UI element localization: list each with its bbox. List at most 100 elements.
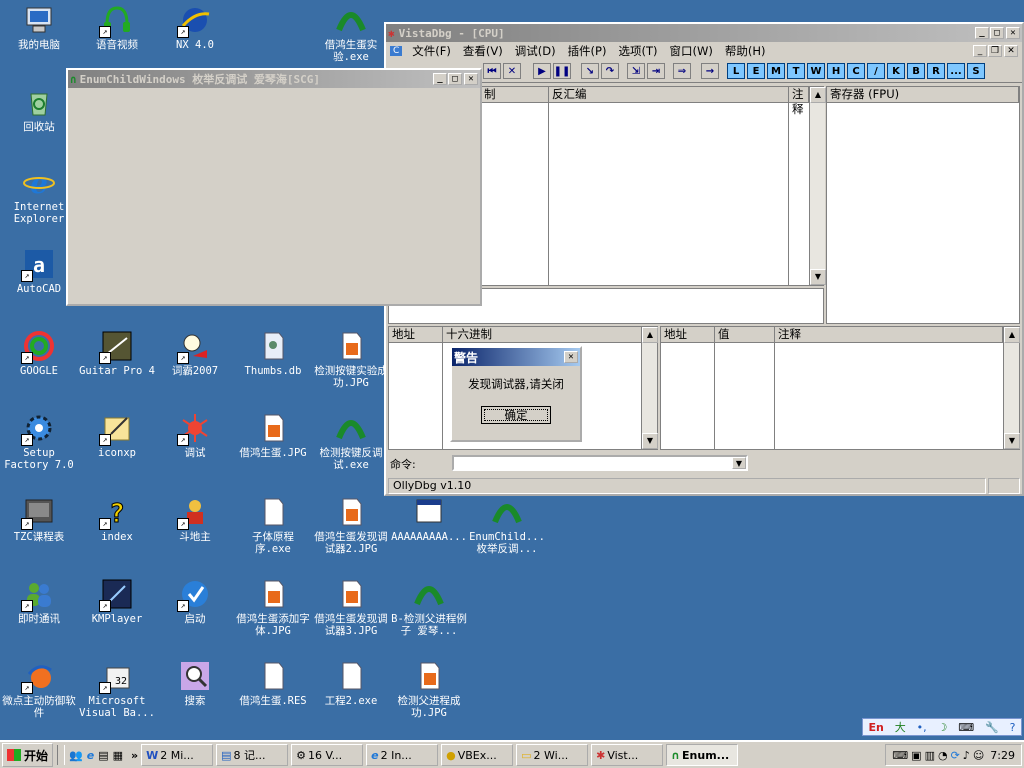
warning-dialog-titlebar[interactable]: 警告 ✕ xyxy=(452,348,580,366)
close-button[interactable]: ✕ xyxy=(464,73,478,85)
run-icon[interactable]: ▶ xyxy=(533,63,551,79)
quicklaunch-users-icon[interactable]: 👥 xyxy=(69,749,83,762)
desktop-icon-ciba[interactable]: ↗ 词霸2007 xyxy=(156,330,234,377)
menu-debug[interactable]: 调试(D) xyxy=(509,43,562,59)
desktop-icon-visual-basic[interactable]: 32 ↗ Microsoft Visual Ba... xyxy=(78,660,156,719)
toolbar-btn-breakpoints[interactable]: B xyxy=(907,63,925,79)
desktop-icon-jhsd-jpg[interactable]: 借鸿生蛋.JPG xyxy=(234,412,312,459)
minimize-button[interactable]: _ xyxy=(975,27,989,39)
toolbar-btn-callstack[interactable]: K xyxy=(887,63,905,79)
quicklaunch-desktop-icon[interactable]: ▦ xyxy=(113,749,123,762)
desktop-icon-aaaaaaaaa[interactable]: AAAAAAAAA... xyxy=(390,496,468,543)
desktop-icon-tzc-schedule[interactable]: ↗ TZC课程表 xyxy=(0,496,78,543)
desktop-icon-key-antidebug-exe[interactable]: 检测按键反调试.exe xyxy=(312,412,390,471)
desktop-icon-thumbs-db[interactable]: Thumbs.db xyxy=(234,330,312,377)
scroll-up-icon[interactable]: ▲ xyxy=(810,87,826,103)
trace-over-icon[interactable]: ⇥ xyxy=(647,63,665,79)
step-over-icon[interactable]: ↷ xyxy=(601,63,619,79)
desktop-icon-iconxp[interactable]: ↗ iconxp xyxy=(78,412,156,459)
tray-person-icon[interactable]: ☺ xyxy=(973,749,984,762)
dump-col-address[interactable]: 地址 xyxy=(389,327,443,343)
desktop-icon-voice-video[interactable]: ↗ 语音视频 xyxy=(78,4,156,51)
desktop-icon-weidian[interactable]: ↗ 微点主动防御软件 xyxy=(0,660,78,719)
desktop-icon-google[interactable]: ↗ GOOGLE xyxy=(0,330,78,377)
disasm-col-comment[interactable]: 注释 xyxy=(789,87,809,116)
toolbar-btn-references[interactable]: R xyxy=(927,63,945,79)
desktop-icon-doudizhu[interactable]: ↗ 斗地主 xyxy=(156,496,234,543)
tray-volume-icon[interactable]: ♪ xyxy=(963,749,970,762)
stack-col-value[interactable]: 值 xyxy=(715,327,775,343)
desktop-icon-kmplayer[interactable]: ↗ KMPlayer xyxy=(78,578,156,625)
scroll-up-icon[interactable]: ▲ xyxy=(1004,327,1020,343)
registers-pane[interactable]: 寄存器 (FPU) xyxy=(826,86,1020,324)
task-button-vb[interactable]: ⚙ 16 V... xyxy=(291,744,364,766)
enumchild-titlebar[interactable]: ∩ EnumChildWindows 枚举反调试 爱琴海[SCG] _ □ ✕ xyxy=(68,70,480,88)
scroll-up-icon[interactable]: ▲ xyxy=(642,327,658,343)
minimize-button[interactable]: _ xyxy=(433,73,447,85)
disasm-scrollbar[interactable]: ▲ ▼ xyxy=(809,87,826,285)
desktop-icon-enumchild[interactable]: EnumChild... 枚举反调... xyxy=(468,496,546,555)
scroll-down-icon[interactable]: ▼ xyxy=(1004,433,1020,449)
ime-fullwidth-icon[interactable]: 大 xyxy=(895,719,906,735)
toolbar-btn-threads[interactable]: T xyxy=(787,63,805,79)
tray-sync-icon[interactable]: ⟳ xyxy=(951,749,960,762)
maximize-button[interactable]: □ xyxy=(990,27,1004,39)
tray-display-icon[interactable]: ▥ xyxy=(925,749,935,762)
menu-help[interactable]: 帮助(H) xyxy=(719,43,772,59)
tray-shield-icon[interactable]: ◔ xyxy=(938,749,948,762)
dump-scrollbar[interactable]: ▲ ▼ xyxy=(641,327,658,449)
task-button-vistadbg[interactable]: ✱ Vist... xyxy=(591,744,664,766)
quicklaunch-ie-icon[interactable]: e xyxy=(87,749,94,762)
desktop-icon-im[interactable]: ↗ 即时通讯 xyxy=(0,578,78,625)
desktop-icon-key-success-jpg[interactable]: 检测按键实验成功.JPG xyxy=(312,330,390,389)
keyboard-icon[interactable]: ⌨ xyxy=(958,721,974,734)
execute-till-return-icon[interactable]: ⇒ xyxy=(673,63,691,79)
toolbar-btn-modules[interactable]: E xyxy=(747,63,765,79)
desktop-icon-search[interactable]: 搜索 xyxy=(156,660,234,707)
toolbar-btn-windows[interactable]: W xyxy=(807,63,825,79)
tray-keyboard-icon[interactable]: ⌨ xyxy=(892,749,908,762)
desktop-icon-b-parent-process[interactable]: B-检测父进程例子 爱琴... xyxy=(390,578,468,637)
restart-icon[interactable]: ⏮ xyxy=(483,63,501,79)
desktop-icon-jhsd-debugger3-jpg[interactable]: 借鸿生蛋发现调试器3.JPG xyxy=(312,578,390,637)
maximize-button[interactable]: □ xyxy=(448,73,462,85)
menu-file[interactable]: 文件(F) xyxy=(406,43,457,59)
menu-window[interactable]: 窗口(W) xyxy=(663,43,718,59)
desktop-icon-startup[interactable]: ↗ 启动 xyxy=(156,578,234,625)
ime-mode-icon[interactable]: En xyxy=(868,721,883,734)
goto-icon[interactable]: → xyxy=(701,63,719,79)
task-button-ie[interactable]: e2 In... xyxy=(366,744,439,766)
dump-col-hex[interactable]: 十六进制 xyxy=(443,327,643,343)
stack-pane[interactable]: 地址 值 注释 ▲ ▼ xyxy=(660,326,1020,450)
quicklaunch-more-icon[interactable]: » xyxy=(131,749,138,762)
toolbar-btn-log[interactable]: L xyxy=(727,63,745,79)
close-button[interactable]: ✕ xyxy=(1006,27,1020,39)
close-button[interactable]: ✕ xyxy=(564,351,578,363)
clock[interactable]: 7:29 xyxy=(990,749,1015,762)
toolbar-btn-patches[interactable]: / xyxy=(867,63,885,79)
close-debuggee-icon[interactable]: ✕ xyxy=(503,63,521,79)
ime-punctuation-icon[interactable]: •, xyxy=(917,721,927,734)
help-icon[interactable]: ? xyxy=(1010,721,1016,734)
stack-col-address[interactable]: 地址 xyxy=(661,327,715,343)
desktop-icon-guitar-pro[interactable]: ↗ Guitar Pro 4 xyxy=(78,330,156,377)
menu-options[interactable]: 选项(T) xyxy=(612,43,663,59)
ime-toolbar[interactable]: En 大 •, ☽ ⌨ 🔧 ? xyxy=(862,718,1022,736)
wrench-icon[interactable]: 🔧 xyxy=(985,721,999,734)
pause-icon[interactable]: ❚❚ xyxy=(553,63,571,79)
quicklaunch-doc-icon[interactable]: ▤ xyxy=(98,749,108,762)
disasm-col-disasm[interactable]: 反汇编 xyxy=(549,87,789,103)
start-button[interactable]: 开始 xyxy=(2,743,54,767)
mdi-restore-button[interactable]: ❐ xyxy=(988,45,1002,57)
ime-moon-icon[interactable]: ☽ xyxy=(937,721,947,734)
desktop-icon-jhsd-exe[interactable]: 借鸿生蛋实验.exe xyxy=(312,4,390,63)
task-button-enum[interactable]: ∩ Enum... xyxy=(666,744,739,766)
menu-plugins[interactable]: 插件(P) xyxy=(562,43,613,59)
task-button-vbex[interactable]: ● VBEx... xyxy=(441,744,514,766)
desktop-icon-jhsd-debugger2-jpg[interactable]: 借鸿生蛋发现调试器2.JPG xyxy=(312,496,390,555)
toolbar-btn-handles[interactable]: H xyxy=(827,63,845,79)
mdi-close-button[interactable]: ✕ xyxy=(1004,45,1018,57)
desktop-icon-parent-success-jpg[interactable]: 检测父进程成功.JPG xyxy=(390,660,468,719)
desktop-icon-setup-factory[interactable]: ↗ Setup Factory 7.0 xyxy=(0,412,78,471)
chevron-down-icon[interactable]: ▼ xyxy=(732,457,746,469)
